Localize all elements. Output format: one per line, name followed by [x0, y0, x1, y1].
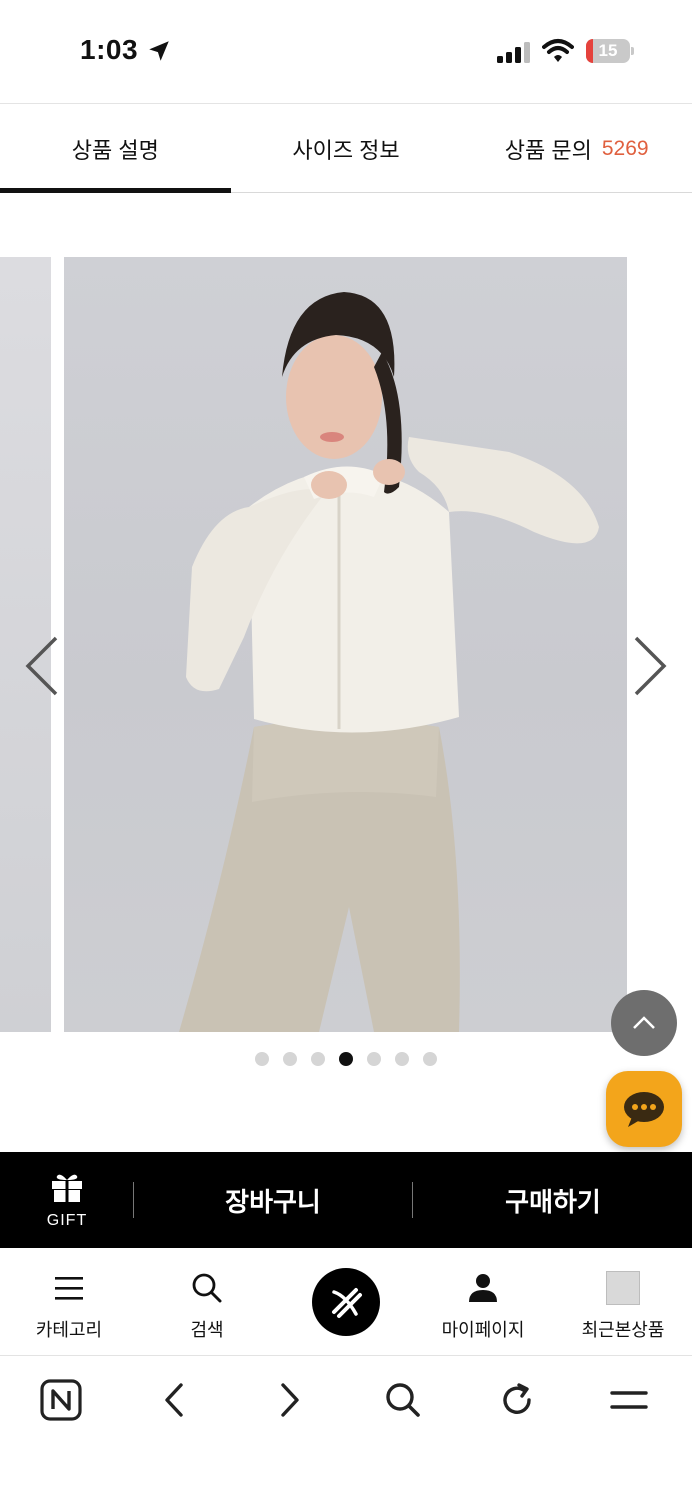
chat-bubble-icon	[624, 1092, 664, 1127]
tab-size-info[interactable]: 사이즈 정보	[231, 105, 462, 192]
bottom-navigation: 카테고리 검색 마이페이지 최근본상품	[0, 1248, 692, 1356]
recent-product-thumbnail	[606, 1271, 640, 1305]
product-tabs: 상품 설명 사이즈 정보 상품 문의 5269	[0, 105, 692, 193]
brand-home-button[interactable]	[312, 1268, 380, 1336]
forward-icon	[281, 1383, 299, 1417]
add-to-cart-button[interactable]: 장바구니	[134, 1152, 412, 1248]
nav-category[interactable]: 카테고리	[0, 1248, 138, 1356]
browser-search-button[interactable]	[380, 1377, 426, 1423]
search-icon	[192, 1273, 222, 1303]
chat-button[interactable]	[606, 1071, 682, 1147]
nav-label: 검색	[190, 1320, 224, 1340]
tab-label: 상품 설명	[71, 137, 159, 163]
nav-recently-viewed[interactable]: 최근본상품	[554, 1248, 692, 1356]
gift-button[interactable]: GIFT	[32, 1170, 102, 1236]
wifi-icon	[542, 39, 574, 62]
naver-home-button[interactable]	[38, 1377, 84, 1423]
purchase-bar: GIFT 장바구니 구매하기	[0, 1152, 692, 1248]
tab-label: 사이즈 정보	[292, 137, 400, 163]
reload-icon	[503, 1383, 531, 1414]
pagination-dot[interactable]	[367, 1052, 381, 1066]
browser-back-button[interactable]	[152, 1377, 198, 1423]
naver-home-icon	[40, 1379, 82, 1421]
gift-icon	[52, 1174, 82, 1202]
menu-icon	[610, 1391, 648, 1409]
buy-now-button[interactable]: 구매하기	[414, 1152, 692, 1248]
pagination-dot[interactable]	[423, 1052, 437, 1066]
hamburger-menu-icon	[55, 1277, 83, 1300]
scroll-to-top-button[interactable]	[611, 990, 677, 1056]
browser-toolbar	[0, 1357, 692, 1500]
gift-label: GIFT	[46, 1212, 88, 1229]
model-photo-illustration	[179, 292, 599, 1032]
carousel-next-arrow-icon[interactable]	[630, 634, 670, 698]
pagination-dot[interactable]	[311, 1052, 325, 1066]
browser-forward-button[interactable]	[266, 1377, 312, 1423]
battery-indicator: 15	[586, 39, 634, 63]
pagination-dot[interactable]	[283, 1052, 297, 1066]
chevron-up-icon	[633, 1016, 655, 1029]
location-arrow-icon	[149, 41, 169, 61]
back-icon	[165, 1383, 183, 1417]
tab-product-inquiry[interactable]: 상품 문의 5269	[461, 105, 692, 192]
nav-label: 카테고리	[35, 1320, 103, 1340]
cellular-signal-icon	[497, 42, 530, 63]
pagination-dot[interactable]	[255, 1052, 269, 1066]
tab-label: 상품 문의	[504, 137, 592, 163]
pagination-dot-active[interactable]	[339, 1052, 353, 1066]
status-time: 1:03	[80, 34, 139, 65]
user-icon	[469, 1274, 497, 1302]
nav-label: 마이페이지	[441, 1320, 525, 1340]
status-bar: 1:03 15	[0, 0, 692, 104]
nav-search[interactable]: 검색	[138, 1248, 276, 1356]
carousel-prev-arrow-icon[interactable]	[22, 634, 62, 698]
product-image-carousel[interactable]	[0, 194, 692, 1152]
browser-reload-button[interactable]	[494, 1377, 540, 1423]
pagination-dot[interactable]	[395, 1052, 409, 1066]
product-image[interactable]	[64, 257, 627, 1032]
carousel-pagination	[0, 1052, 692, 1072]
divider	[412, 1182, 413, 1218]
tab-product-description[interactable]: 상품 설명	[0, 105, 231, 193]
nav-mypage[interactable]: 마이페이지	[414, 1248, 552, 1356]
search-icon	[386, 1383, 420, 1417]
battery-level: 15	[598, 41, 618, 60]
brand-logo-icon	[332, 1288, 362, 1318]
browser-menu-button[interactable]	[606, 1377, 652, 1423]
inquiry-count: 5269	[601, 136, 649, 160]
nav-label: 최근본상품	[581, 1320, 665, 1340]
